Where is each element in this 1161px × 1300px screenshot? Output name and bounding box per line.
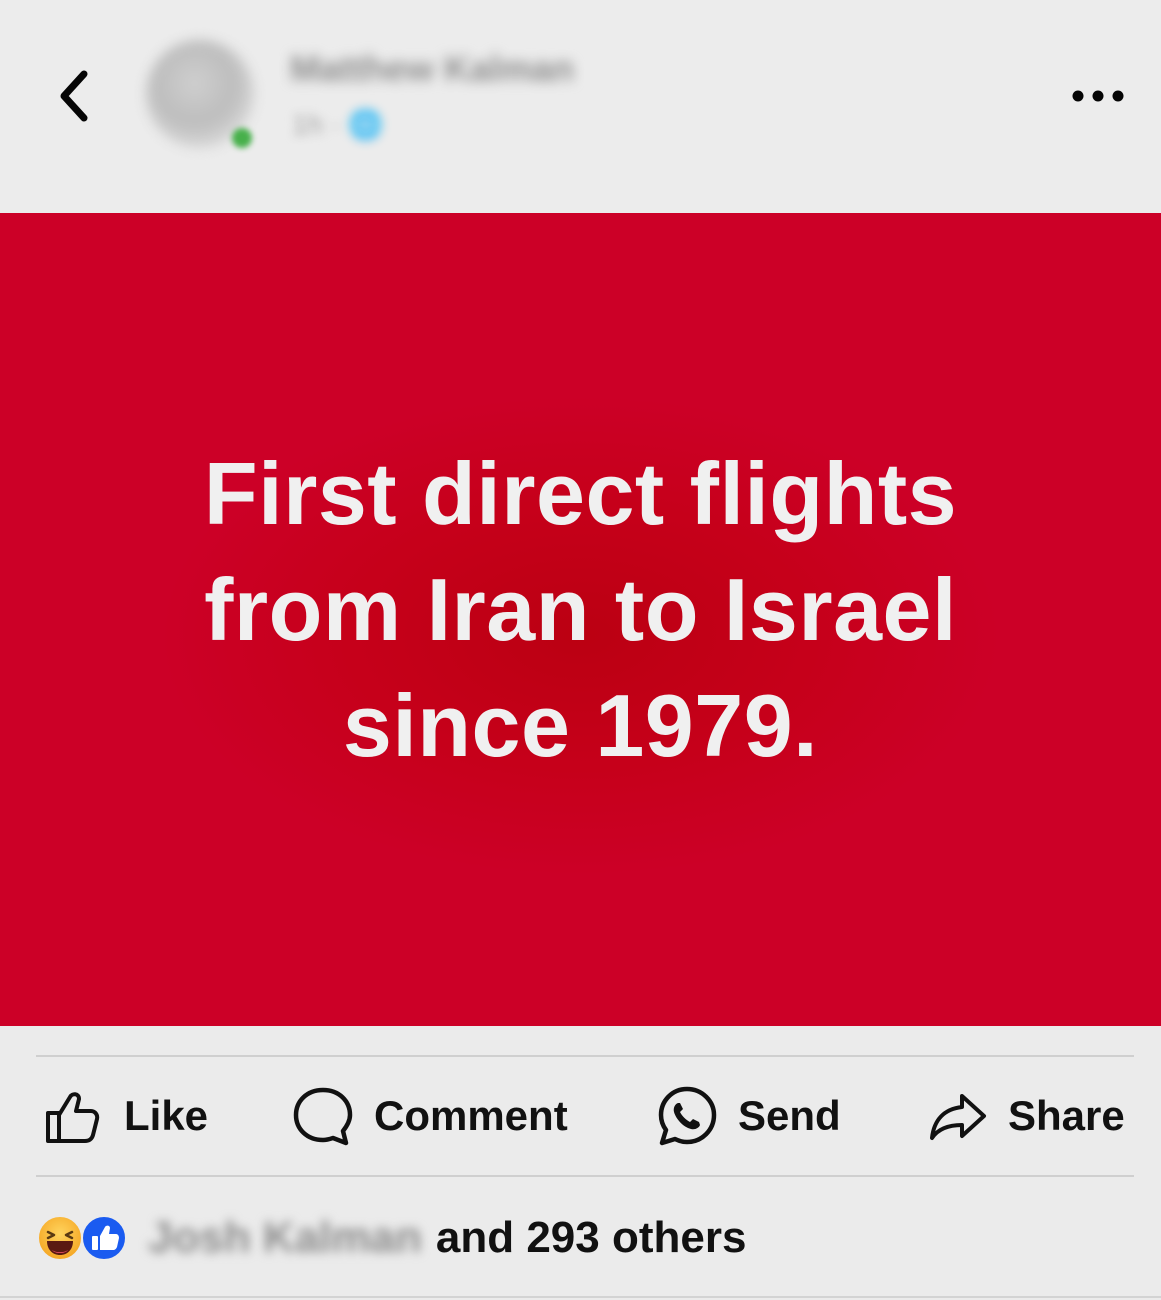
like-label: Like <box>124 1092 209 1139</box>
post-text-line-1: First direct flights <box>203 443 958 543</box>
post-text-line-3: since 1979. <box>342 675 819 775</box>
post-header: Matthew Kalman 1h · 🌐 <box>0 0 1161 213</box>
audience-globe-icon: 🌐 <box>348 109 383 140</box>
post-time: 1h · <box>292 109 349 140</box>
share-label: Share <box>1008 1092 1125 1139</box>
author-name[interactable]: Matthew Kalman <box>290 48 574 90</box>
share-arrow-icon <box>928 1090 988 1142</box>
reaction-count-text[interactable]: and 293 others <box>436 1213 747 1263</box>
like-button[interactable]: Like <box>42 1080 208 1152</box>
more-horizontal-icon <box>1072 90 1124 102</box>
post-text-line-2: from Iran to Israel <box>204 559 957 659</box>
chevron-left-icon <box>60 70 88 122</box>
comment-button[interactable]: Comment <box>292 1080 568 1152</box>
thumbs-up-icon <box>42 1085 104 1147</box>
like-reaction-icon <box>80 1214 128 1262</box>
haha-reaction-icon <box>36 1214 84 1262</box>
more-options-button[interactable] <box>1062 72 1134 120</box>
reactions-summary[interactable]: Josh Kalman and 293 others <box>36 1206 746 1270</box>
post-timestamp: 1h · 🌐 <box>292 108 383 141</box>
post-screen: Matthew Kalman 1h · 🌐 First direct fligh… <box>0 0 1161 1300</box>
comment-label: Comment <box>374 1092 568 1139</box>
post-text-image[interactable]: First direct flights from Iran to Israel… <box>0 213 1161 1026</box>
divider-top <box>36 1055 1134 1057</box>
send-whatsapp-button[interactable]: Send <box>656 1080 841 1152</box>
share-button[interactable]: Share <box>928 1080 1125 1152</box>
reactor-name[interactable]: Josh Kalman <box>148 1213 422 1263</box>
divider-bottom <box>36 1175 1134 1177</box>
back-button[interactable] <box>44 62 104 130</box>
comment-bubble-icon <box>292 1085 354 1147</box>
send-label: Send <box>738 1092 841 1139</box>
whatsapp-icon <box>656 1085 718 1147</box>
online-status-dot <box>232 128 252 148</box>
bottom-divider <box>0 1296 1161 1298</box>
post-image-text: First direct flights from Iran to Israel… <box>101 436 1061 784</box>
